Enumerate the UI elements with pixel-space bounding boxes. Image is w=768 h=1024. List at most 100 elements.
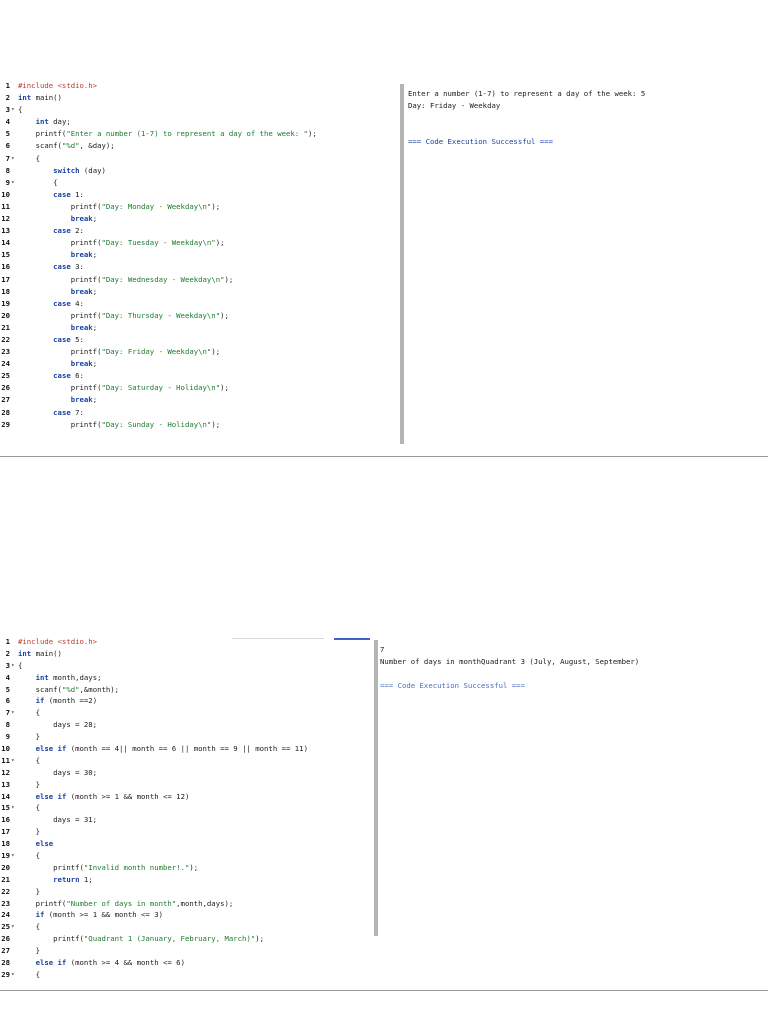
fold-toggle-icon[interactable]: ▾ — [11, 177, 17, 189]
code-line[interactable]: 3 ▾{ — [0, 660, 372, 672]
code-text: printf("Day: Saturday - Holiday\n"); — [18, 382, 229, 394]
code-line[interactable]: 21 break; — [0, 322, 398, 334]
code-line[interactable]: 10 case 1: — [0, 189, 398, 201]
code-line[interactable]: 9 ▾ { — [0, 177, 398, 189]
code-text: else if (month == 4|| month == 6 || mont… — [18, 743, 308, 755]
code-line[interactable]: 15 break; — [0, 249, 398, 261]
code-line[interactable]: 9 } — [0, 731, 372, 743]
code-line[interactable]: 17 } — [0, 826, 372, 838]
code-line[interactable]: 21 return 1; — [0, 874, 372, 886]
code-token: 6: — [70, 371, 84, 381]
code-token: ); — [211, 201, 221, 211]
code-token: "Number of days in month" — [66, 898, 177, 908]
code-line[interactable]: 22 case 5: — [0, 334, 398, 346]
code-token: (month >= 1 && month <= 3) — [44, 910, 163, 920]
code-token: (month == 4|| month == 6 || month == 9 |… — [66, 744, 308, 754]
code-line[interactable]: 27 break; — [0, 394, 398, 406]
code-line[interactable]: 28 else if (month >= 4 && month <= 6) — [0, 957, 372, 969]
fold-toggle-icon[interactable]: ▾ — [11, 104, 17, 116]
code-line[interactable]: 1 #include <stdio.h> — [0, 80, 398, 92]
code-line[interactable]: 1 #include <stdio.h> — [0, 636, 372, 648]
fold-toggle-icon[interactable]: ▾ — [11, 850, 17, 862]
fold-toggle-icon[interactable]: ▾ — [11, 755, 17, 767]
fold-toggle-icon[interactable]: ▾ — [11, 153, 17, 165]
code-line[interactable]: 11 printf("Day: Monday - Weekday\n"); — [0, 201, 398, 213]
code-line[interactable]: 13 } — [0, 779, 372, 791]
code-line[interactable]: 23 printf("Number of days in month",mont… — [0, 898, 372, 910]
code-line[interactable]: 17 printf("Day: Wednesday - Weekday\n"); — [0, 274, 398, 286]
code-line[interactable]: 2 int main() — [0, 92, 398, 104]
code-line[interactable]: 19 case 4: — [0, 298, 398, 310]
code-token: 1; — [79, 874, 93, 884]
fold-toggle-icon[interactable]: ▾ — [11, 707, 17, 719]
code-line[interactable]: 10 else if (month == 4|| month == 6 || m… — [0, 743, 372, 755]
code-text: days = 28; — [18, 719, 97, 731]
code-line[interactable]: 24 break; — [0, 358, 398, 370]
code-text: return 1; — [18, 874, 93, 886]
code-line[interactable]: 18 break; — [0, 286, 398, 298]
code-line[interactable]: 7 ▾ { — [0, 153, 398, 165]
output-console: 7 Number of days in monthQuadrant 3 (Jul… — [380, 644, 760, 692]
code-line[interactable]: 20 printf("Invalid month number!."); — [0, 862, 372, 874]
fold-toggle-icon[interactable]: ▾ — [11, 660, 17, 672]
code-line[interactable]: 23 printf("Day: Friday - Weekday\n"); — [0, 346, 398, 358]
code-line[interactable]: 13 case 2: — [0, 225, 398, 237]
code-line[interactable]: 14 else if (month >= 1 && month <= 12) — [0, 791, 372, 803]
code-text: #include <stdio.h> — [18, 80, 97, 92]
code-line[interactable]: 7 ▾ { — [0, 707, 372, 719]
code-line[interactable]: 25 ▾ { — [0, 921, 372, 933]
code-line[interactable]: 12 days = 30; — [0, 767, 372, 779]
code-line[interactable]: 5 scanf("%d",&month); — [0, 684, 372, 696]
code-line[interactable]: 8 days = 28; — [0, 719, 372, 731]
code-line[interactable]: 20 printf("Day: Thursday - Weekday\n"); — [0, 310, 398, 322]
fold-toggle-icon[interactable]: ▾ — [11, 802, 17, 814]
code-text: else if (month >= 1 && month <= 12) — [18, 791, 190, 803]
code-line[interactable]: 8 switch (day) — [0, 165, 398, 177]
code-line[interactable]: 28 case 7: — [0, 407, 398, 419]
code-text: case 3: — [18, 261, 84, 273]
code-line[interactable]: 22 } — [0, 886, 372, 898]
code-line[interactable]: 6 if (month ==2) — [0, 695, 372, 707]
code-line[interactable]: 27 } — [0, 945, 372, 957]
code-token: days = 28; — [18, 720, 98, 730]
code-line[interactable]: 11 ▾ { — [0, 755, 372, 767]
code-line[interactable]: 19 ▾ { — [0, 850, 372, 862]
pane-resize-handle[interactable] — [400, 84, 404, 444]
code-line[interactable]: 4 int day; — [0, 116, 398, 128]
code-token: ); — [211, 419, 221, 429]
code-line[interactable]: 25 case 6: — [0, 370, 398, 382]
line-number: 1 — [5, 81, 10, 90]
code-line[interactable]: 29 printf("Day: Sunday - Holiday\n"); — [0, 419, 398, 431]
pane-resize-handle[interactable] — [374, 640, 378, 936]
code-line[interactable]: 2 int main() — [0, 648, 372, 660]
code-editor[interactable]: 1 #include <stdio.h> 2 int main() 3 ▾{4 int d… — [0, 80, 398, 456]
code-token: case — [53, 407, 71, 417]
code-token: printf( — [18, 274, 102, 284]
code-line[interactable]: 5 printf("Enter a number (1-7) to repres… — [0, 128, 398, 140]
code-text: case 1: — [18, 189, 84, 201]
code-line[interactable]: 6 scanf("%d", &day); — [0, 140, 398, 152]
code-line[interactable]: 26 printf("Day: Saturday - Holiday\n"); — [0, 382, 398, 394]
code-line[interactable]: 16 days = 31; — [0, 814, 372, 826]
code-token: scanf( — [18, 141, 62, 151]
fold-toggle-icon[interactable]: ▾ — [11, 969, 17, 981]
code-line[interactable]: 29 ▾ { — [0, 969, 372, 981]
code-line[interactable]: 26 printf("Quadrant 1 (January, February… — [0, 933, 372, 945]
code-token: { — [18, 969, 40, 979]
code-line[interactable]: 14 printf("Day: Tuesday - Weekday\n"); — [0, 237, 398, 249]
code-text: } — [18, 945, 40, 957]
code-line[interactable]: 18 else — [0, 838, 372, 850]
code-line[interactable]: 4 int month,days; — [0, 672, 372, 684]
code-line[interactable]: 3 ▾{ — [0, 104, 398, 116]
fold-toggle-icon[interactable]: ▾ — [11, 921, 17, 933]
code-line[interactable]: 24 if (month >= 1 && month <= 3) — [0, 909, 372, 921]
code-line[interactable]: 16 case 3: — [0, 261, 398, 273]
code-editor[interactable]: 1 #include <stdio.h> 2 int main() 3 ▾{4 int m… — [0, 636, 372, 992]
code-line[interactable]: 12 break; — [0, 213, 398, 225]
code-line[interactable]: 15 ▾ { — [0, 802, 372, 814]
